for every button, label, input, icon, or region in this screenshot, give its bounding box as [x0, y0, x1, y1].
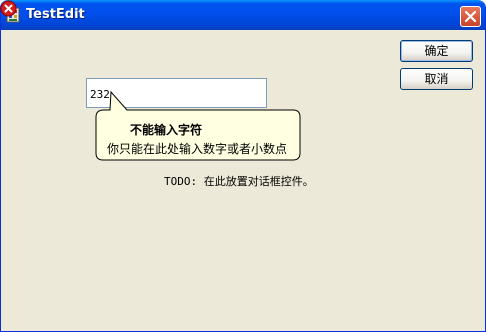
title-bar[interactable]: TestEdit	[1, 0, 485, 30]
app-icon	[6, 7, 20, 23]
todo-placeholder-text: TODO: 在此放置对话框控件。	[164, 175, 314, 188]
close-icon	[464, 10, 477, 23]
close-button[interactable]	[460, 6, 481, 27]
ok-button[interactable]: 确定	[400, 40, 473, 62]
dialog-window: TestEdit 确定 取消	[0, 0, 486, 332]
window-title: TestEdit	[26, 7, 85, 22]
cancel-button[interactable]: 取消	[400, 68, 473, 90]
number-edit-field[interactable]	[86, 78, 267, 108]
